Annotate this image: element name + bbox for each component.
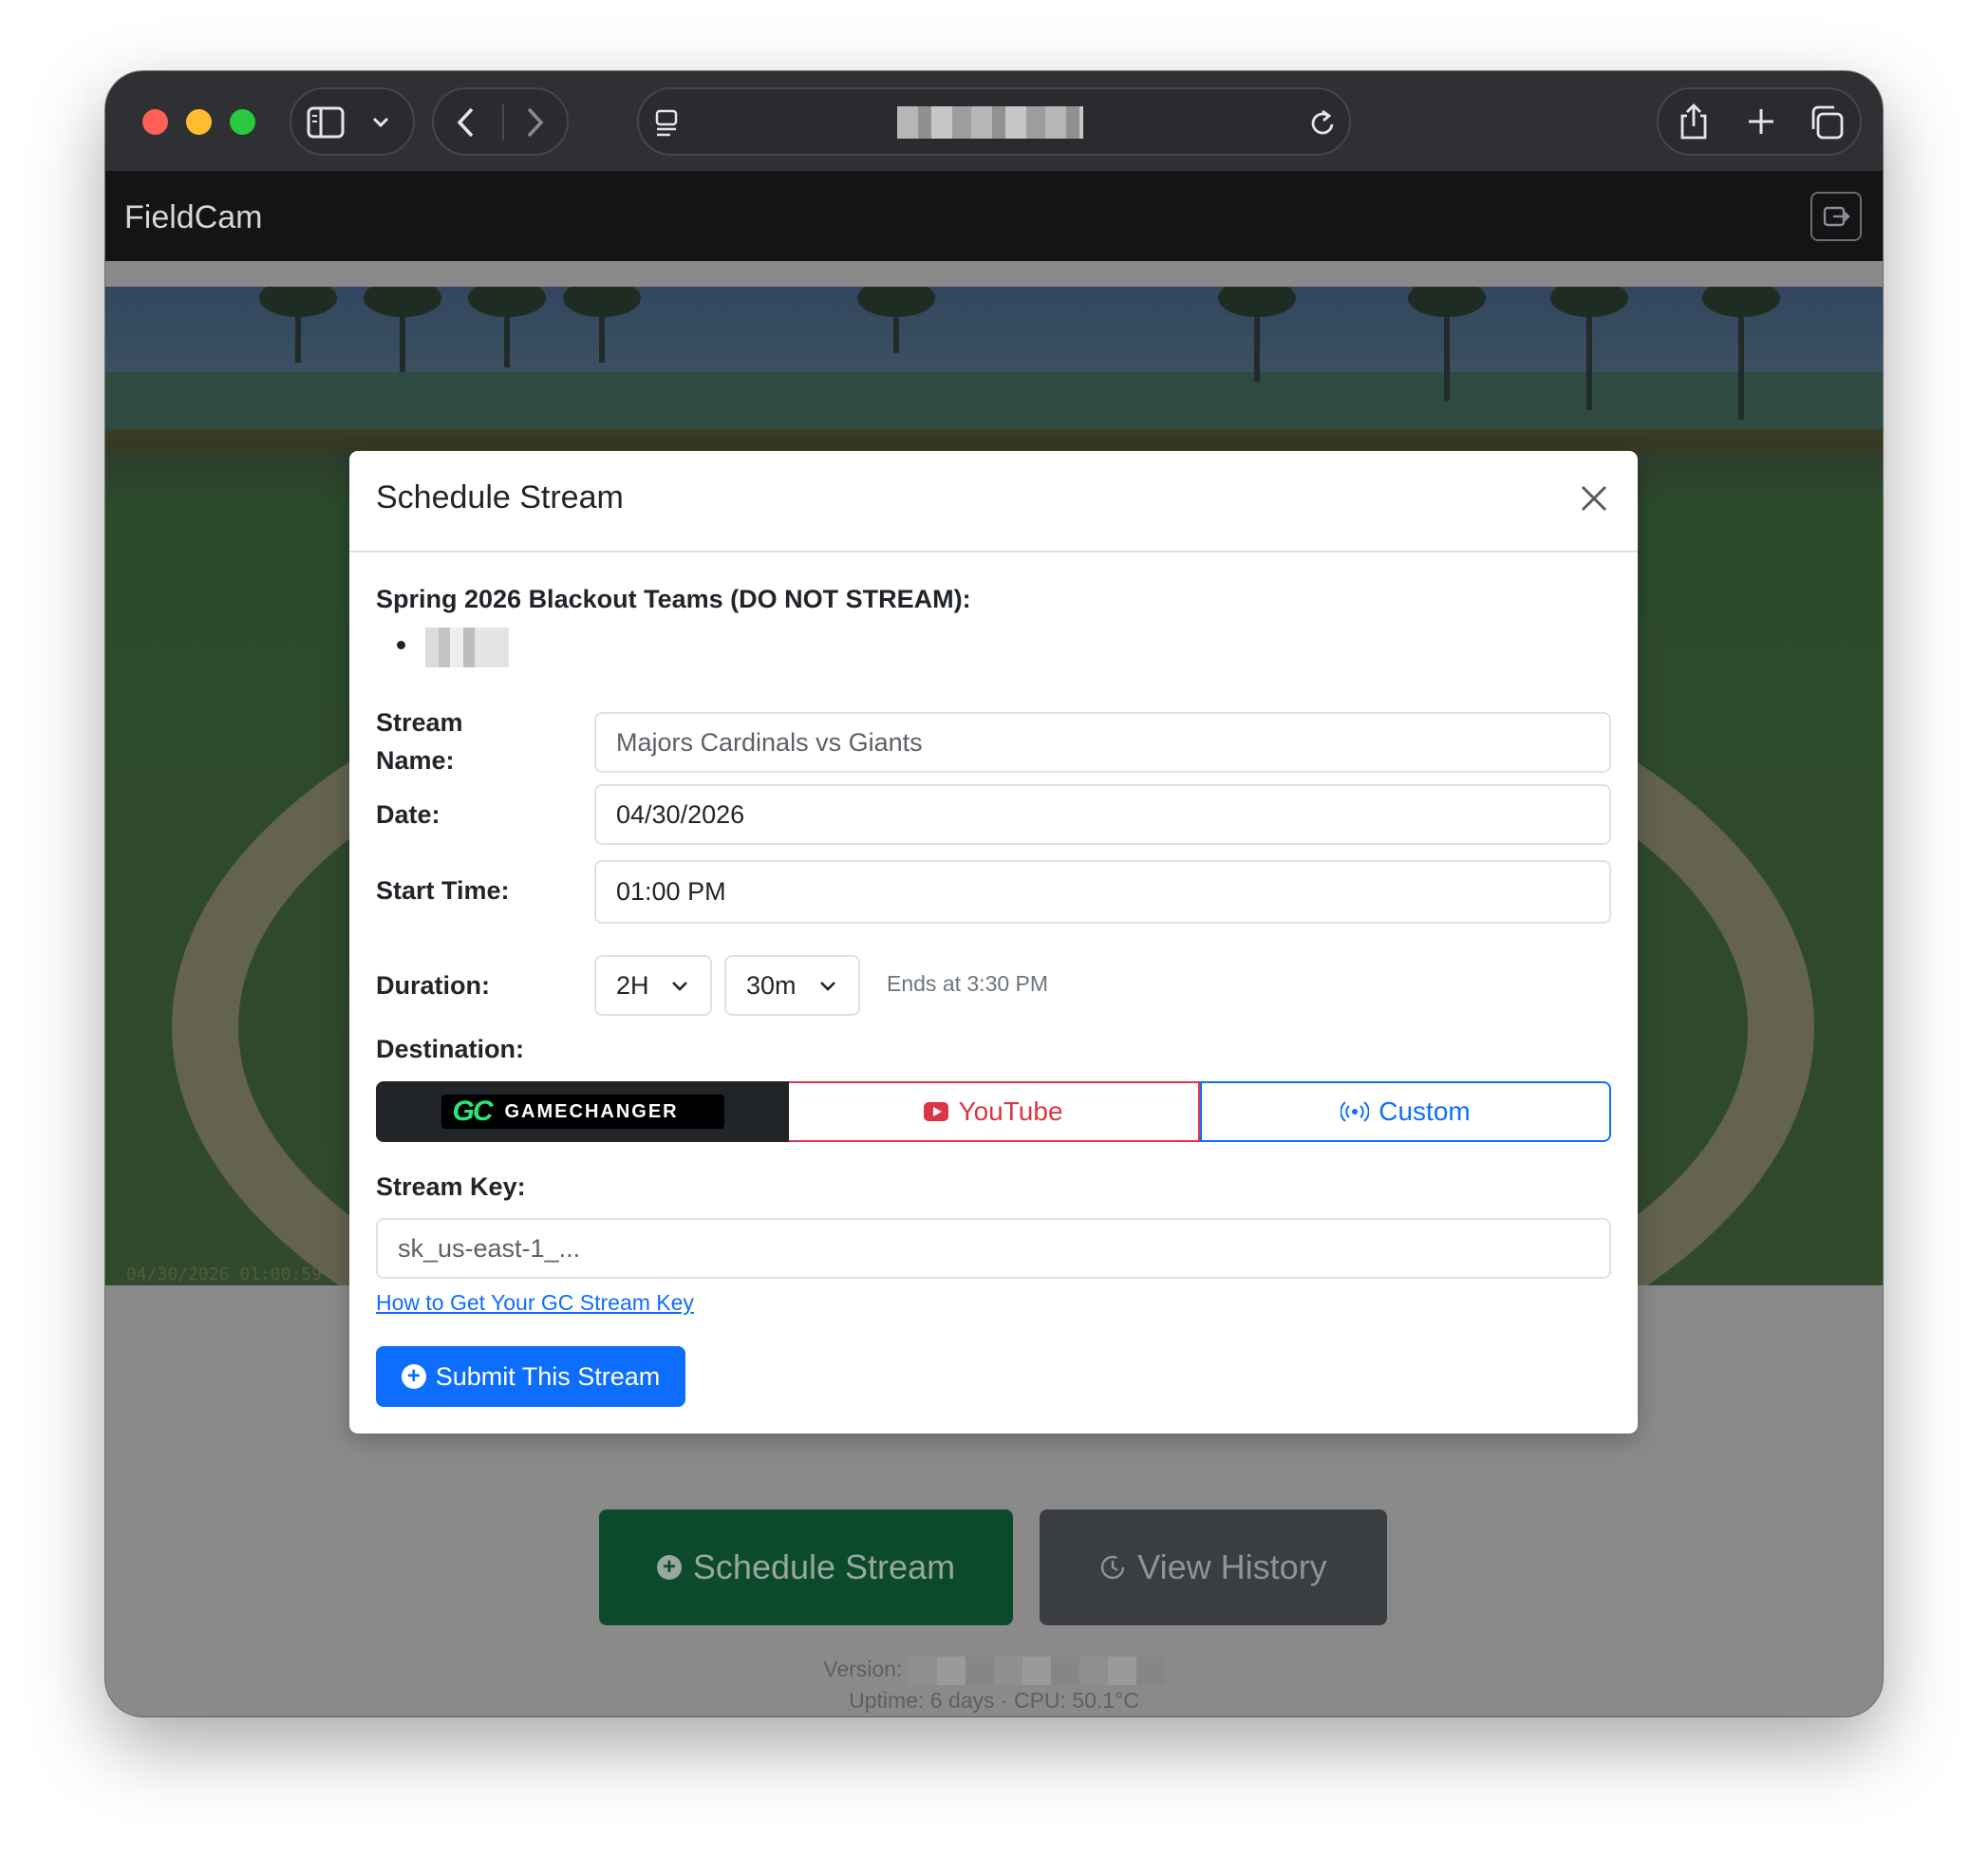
gamechanger-logo-word: GAMECHANGER (504, 1100, 679, 1122)
date-input[interactable]: 04/30/2026 (594, 784, 1611, 845)
close-icon[interactable] (1575, 479, 1613, 517)
gamechanger-logo: GC GAMECHANGER (441, 1095, 724, 1129)
duration-minutes-value: 30m (746, 970, 797, 1000)
back-icon[interactable] (455, 106, 478, 139)
list-bullet (397, 641, 405, 649)
app-brand[interactable]: FieldCam (124, 199, 262, 236)
youtube-icon (924, 1102, 949, 1121)
submit-stream-button[interactable]: + Submit This Stream (376, 1346, 685, 1407)
url-text-redacted (897, 106, 1083, 139)
nav-divider (502, 104, 504, 141)
history-nav-group (432, 87, 569, 156)
share-icon[interactable] (1678, 103, 1710, 141)
logout-button[interactable] (1810, 192, 1862, 241)
destination-label: Destination: (376, 1035, 525, 1063)
stream-name-label-line1: Stream (376, 708, 463, 737)
reload-icon[interactable] (1309, 108, 1338, 139)
zoom-window-button[interactable] (230, 109, 255, 135)
duration-minutes-select[interactable]: 30m (724, 955, 860, 1016)
browser-window: FieldCam 04/30/2026 01:00:59 + Schedule … (105, 71, 1883, 1716)
destination-button-group: GC GAMECHANGER YouTube Custom (376, 1081, 1611, 1142)
address-bar[interactable] (637, 87, 1351, 156)
stream-key-label: Stream Key: (376, 1172, 526, 1201)
tabs-overview-icon[interactable] (1809, 104, 1845, 141)
chevron-down-icon (820, 982, 835, 991)
browser-toolbar (105, 71, 1883, 171)
stream-key-input[interactable]: sk_us-east-1_... (376, 1218, 1611, 1279)
sidebar-toggle-group (290, 87, 415, 156)
duration-label: Duration: (376, 971, 490, 1000)
chevron-down-icon (672, 982, 687, 991)
date-label: Date: (376, 800, 441, 829)
custom-label: Custom (1378, 1096, 1471, 1126)
destination-gamechanger-button[interactable]: GC GAMECHANGER (376, 1081, 789, 1142)
stream-name-input[interactable]: Majors Cardinals vs Giants (594, 712, 1611, 773)
forward-icon[interactable] (523, 106, 546, 139)
chevron-down-icon[interactable] (371, 116, 390, 129)
new-tab-icon[interactable] (1746, 106, 1776, 137)
stream-key-help-link[interactable]: How to Get Your GC Stream Key (376, 1290, 694, 1316)
minimize-window-button[interactable] (186, 109, 212, 135)
blackout-heading: Spring 2026 Blackout Teams (DO NOT STREA… (376, 585, 971, 613)
schedule-stream-modal: Schedule Stream Spring 2026 Blackout Tea… (349, 451, 1638, 1433)
start-time-label: Start Time: (376, 876, 510, 905)
close-window-button[interactable] (142, 109, 168, 135)
app-navbar: FieldCam (105, 171, 1883, 261)
destination-custom-button[interactable]: Custom (1200, 1081, 1611, 1142)
plus-circle-icon: + (401, 1364, 426, 1389)
duration-hours-select[interactable]: 2H (594, 955, 712, 1016)
window-actions-group (1657, 87, 1862, 156)
reader-icon[interactable] (654, 108, 681, 139)
duration-hours-value: 2H (616, 970, 649, 1000)
ends-at-text: Ends at 3:30 PM (887, 971, 1049, 996)
destination-youtube-button[interactable]: YouTube (789, 1081, 1200, 1142)
youtube-label: YouTube (958, 1096, 1063, 1126)
sidebar-icon[interactable] (307, 106, 345, 139)
start-time-input[interactable]: 01:00 PM (594, 860, 1611, 924)
blackout-team-redacted (425, 628, 509, 667)
logout-icon (1823, 206, 1850, 227)
stream-name-label-line2: Name: (376, 746, 455, 775)
modal-title: Schedule Stream (376, 479, 624, 515)
modal-header: Schedule Stream (349, 451, 1638, 553)
submit-stream-label: Submit This Stream (435, 1361, 661, 1391)
broadcast-icon (1341, 1101, 1370, 1122)
gamechanger-logo-mark: GC (452, 1096, 494, 1127)
stream-name-label: Stream Name: (376, 703, 463, 779)
